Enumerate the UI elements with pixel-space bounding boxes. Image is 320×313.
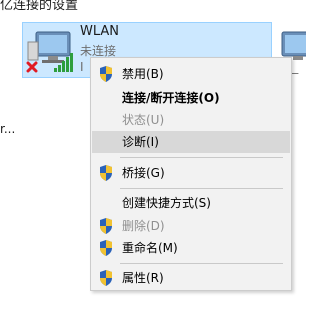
page-title-fragment: 亿连接的设置 <box>0 0 79 13</box>
menu-item-rename[interactable]: 重命名(M) <box>92 237 290 259</box>
uac-shield-icon <box>100 66 112 82</box>
uac-shield-icon <box>100 240 112 256</box>
menu-item-label: 禁用(B) <box>122 67 164 81</box>
menu-item-delete: 删除(D) <box>92 215 290 237</box>
uac-shield-icon <box>100 270 112 286</box>
red-x-icon <box>26 61 38 73</box>
menu-item-label: 连接/断开连接(O) <box>122 91 220 105</box>
left-panel-fragment: r... <box>0 122 16 136</box>
menu-item-diagnose[interactable]: 诊断(I) <box>92 131 290 153</box>
menu-item-bridge[interactable]: 桥接(G) <box>92 162 290 184</box>
menu-item-label: 删除(D) <box>122 219 165 233</box>
menu-item-label: 创建快捷方式(S) <box>122 196 211 210</box>
adapter-detail-fragment: I <box>80 60 84 74</box>
adapter-name: WLAN <box>80 24 120 39</box>
uac-shield-icon <box>100 165 112 181</box>
menu-item-label: 诊断(I) <box>122 135 159 149</box>
network-connections-window: 亿连接的设置 r... WLAN 未连接 I — 禁用(B) 连接/断开连接(O… <box>0 0 306 313</box>
menu-separator <box>120 157 283 158</box>
menu-item-create-shortcut[interactable]: 创建快捷方式(S) <box>92 192 290 214</box>
menu-item-label: 重命名(M) <box>122 241 178 255</box>
menu-item-connect-disconnect[interactable]: 连接/断开连接(O) <box>92 87 290 109</box>
menu-item-label: 状态(U) <box>122 113 165 127</box>
menu-item-disable[interactable]: 禁用(B) <box>92 63 290 85</box>
menu-separator <box>120 263 283 264</box>
menu-item-label: 桥接(G) <box>122 166 165 180</box>
menu-item-label: 属性(R) <box>122 271 164 285</box>
network-computer-icon[interactable] <box>26 26 78 74</box>
menu-separator <box>120 188 283 189</box>
uac-shield-icon <box>100 218 112 234</box>
menu-item-status: 状态(U) <box>92 109 290 131</box>
adapter-context-menu: 禁用(B) 连接/断开连接(O) 状态(U) 诊断(I) 桥接(G) 创建快捷方… <box>90 57 292 291</box>
menu-item-properties[interactable]: 属性(R) <box>92 267 290 289</box>
